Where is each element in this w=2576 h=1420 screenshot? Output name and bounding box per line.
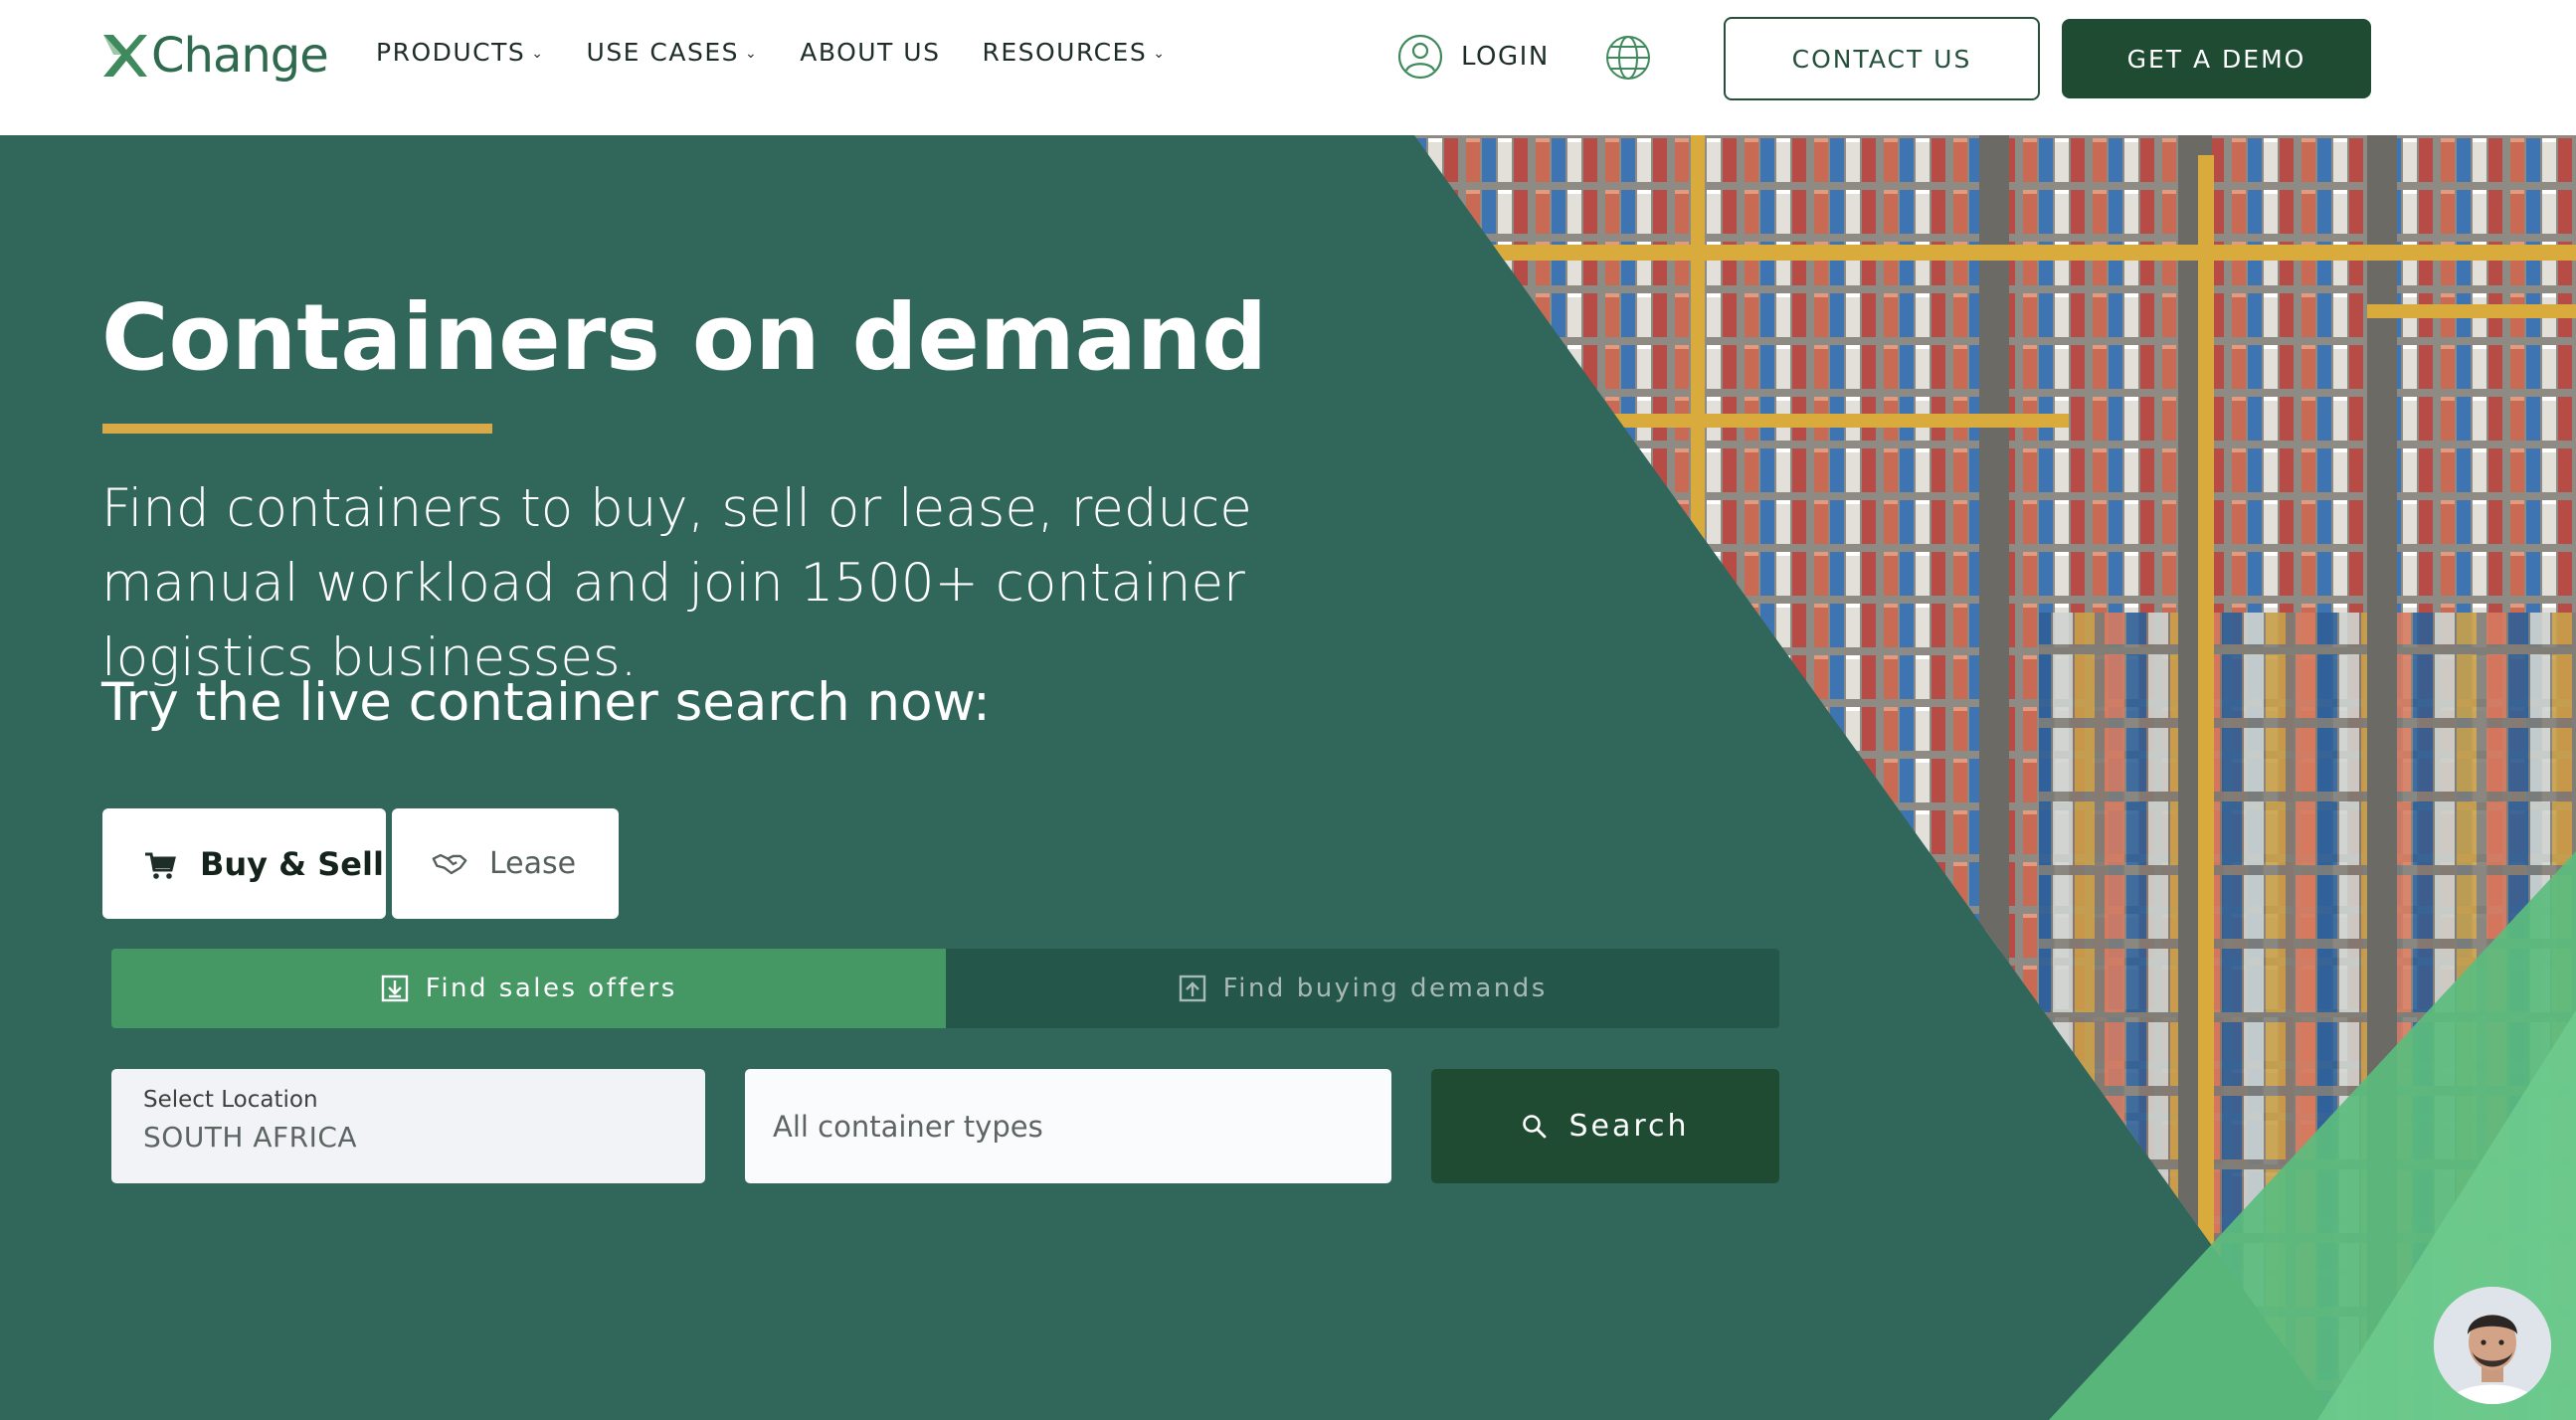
login-label: LOGIN [1461, 42, 1550, 72]
hero-section: Containers on demand Find containers to … [0, 135, 2576, 1420]
logo-x-icon [103, 35, 147, 77]
avatar-photo [2434, 1287, 2551, 1404]
upload-box-icon [1179, 975, 1205, 1002]
brand-logo[interactable]: Change [99, 26, 329, 86]
title-underline [102, 424, 492, 434]
find-sales-offers-label: Find sales offers [425, 974, 677, 1003]
search-button[interactable]: Search [1431, 1069, 1779, 1183]
offer-type-toggle: Find sales offers Find buying demands [111, 949, 1779, 1028]
login-link[interactable]: LOGIN [1397, 34, 1550, 80]
download-box-icon [381, 975, 408, 1002]
brand-name: Change [151, 28, 329, 84]
chevron-down-icon: ⌄ [531, 45, 545, 62]
location-value: SOUTH AFRICA [143, 1121, 358, 1154]
tab-lease[interactable]: Lease [392, 808, 619, 919]
main-nav: PRODUCTS ⌄ USE CASES ⌄ ABOUT US RESOURCES ⌄ [376, 38, 1207, 67]
hero-subtitle: Find containers to buy, sell or lease, r… [101, 478, 1252, 688]
chevron-down-icon: ⌄ [1153, 45, 1167, 62]
site-header: Change PRODUCTS ⌄ USE CASES ⌄ ABOUT US RES… [0, 0, 2576, 135]
hero-title: Containers on demand [101, 284, 1268, 391]
find-buying-demands-label: Find buying demands [1222, 974, 1548, 1003]
location-caption: Select Location [143, 1087, 318, 1113]
search-button-label: Search [1568, 1109, 1690, 1144]
handshake-icon [432, 853, 467, 874]
get-demo-button[interactable]: GET A DEMO [2062, 19, 2371, 98]
tab-buy-sell-label: Buy & Sell [200, 844, 384, 883]
chat-agent-avatar[interactable] [2434, 1287, 2551, 1404]
search-icon [1523, 1114, 1547, 1138]
cart-icon [145, 852, 176, 879]
nav-about-us[interactable]: ABOUT US [800, 38, 940, 67]
tab-find-buying-demands[interactable]: Find buying demands [945, 949, 1779, 1028]
tab-find-sales-offers[interactable]: Find sales offers [111, 949, 946, 1028]
user-circle-icon [1397, 34, 1443, 80]
tab-lease-label: Lease [489, 846, 577, 881]
nav-use-cases[interactable]: USE CASES ⌄ [587, 38, 759, 67]
nav-products[interactable]: PRODUCTS ⌄ [376, 38, 545, 67]
container-type-input[interactable] [745, 1069, 1391, 1183]
nav-resources[interactable]: RESOURCES ⌄ [982, 38, 1166, 67]
chevron-down-icon: ⌄ [745, 45, 759, 62]
contact-us-button[interactable]: CONTACT US [1724, 17, 2040, 100]
location-select[interactable]: Select Location SOUTH AFRICA [111, 1069, 705, 1183]
tab-buy-sell[interactable]: Buy & Sell [102, 808, 386, 919]
globe-icon[interactable] [1604, 34, 1652, 82]
try-search-text: Try the live container search now: [101, 672, 991, 733]
